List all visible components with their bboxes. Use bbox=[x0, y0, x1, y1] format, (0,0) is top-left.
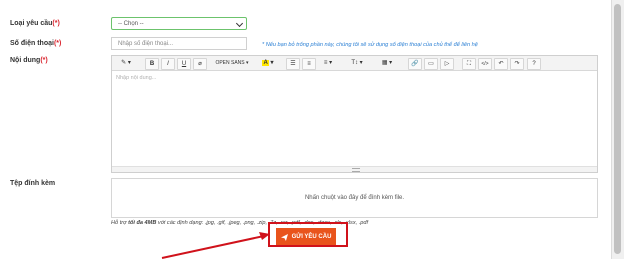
form-panel: Loại yêu cầu(*) -- Chọn -- Số điện thoại… bbox=[0, 0, 612, 259]
scrollbar-thumb[interactable] bbox=[614, 4, 621, 254]
annotation-arrow bbox=[161, 232, 270, 259]
